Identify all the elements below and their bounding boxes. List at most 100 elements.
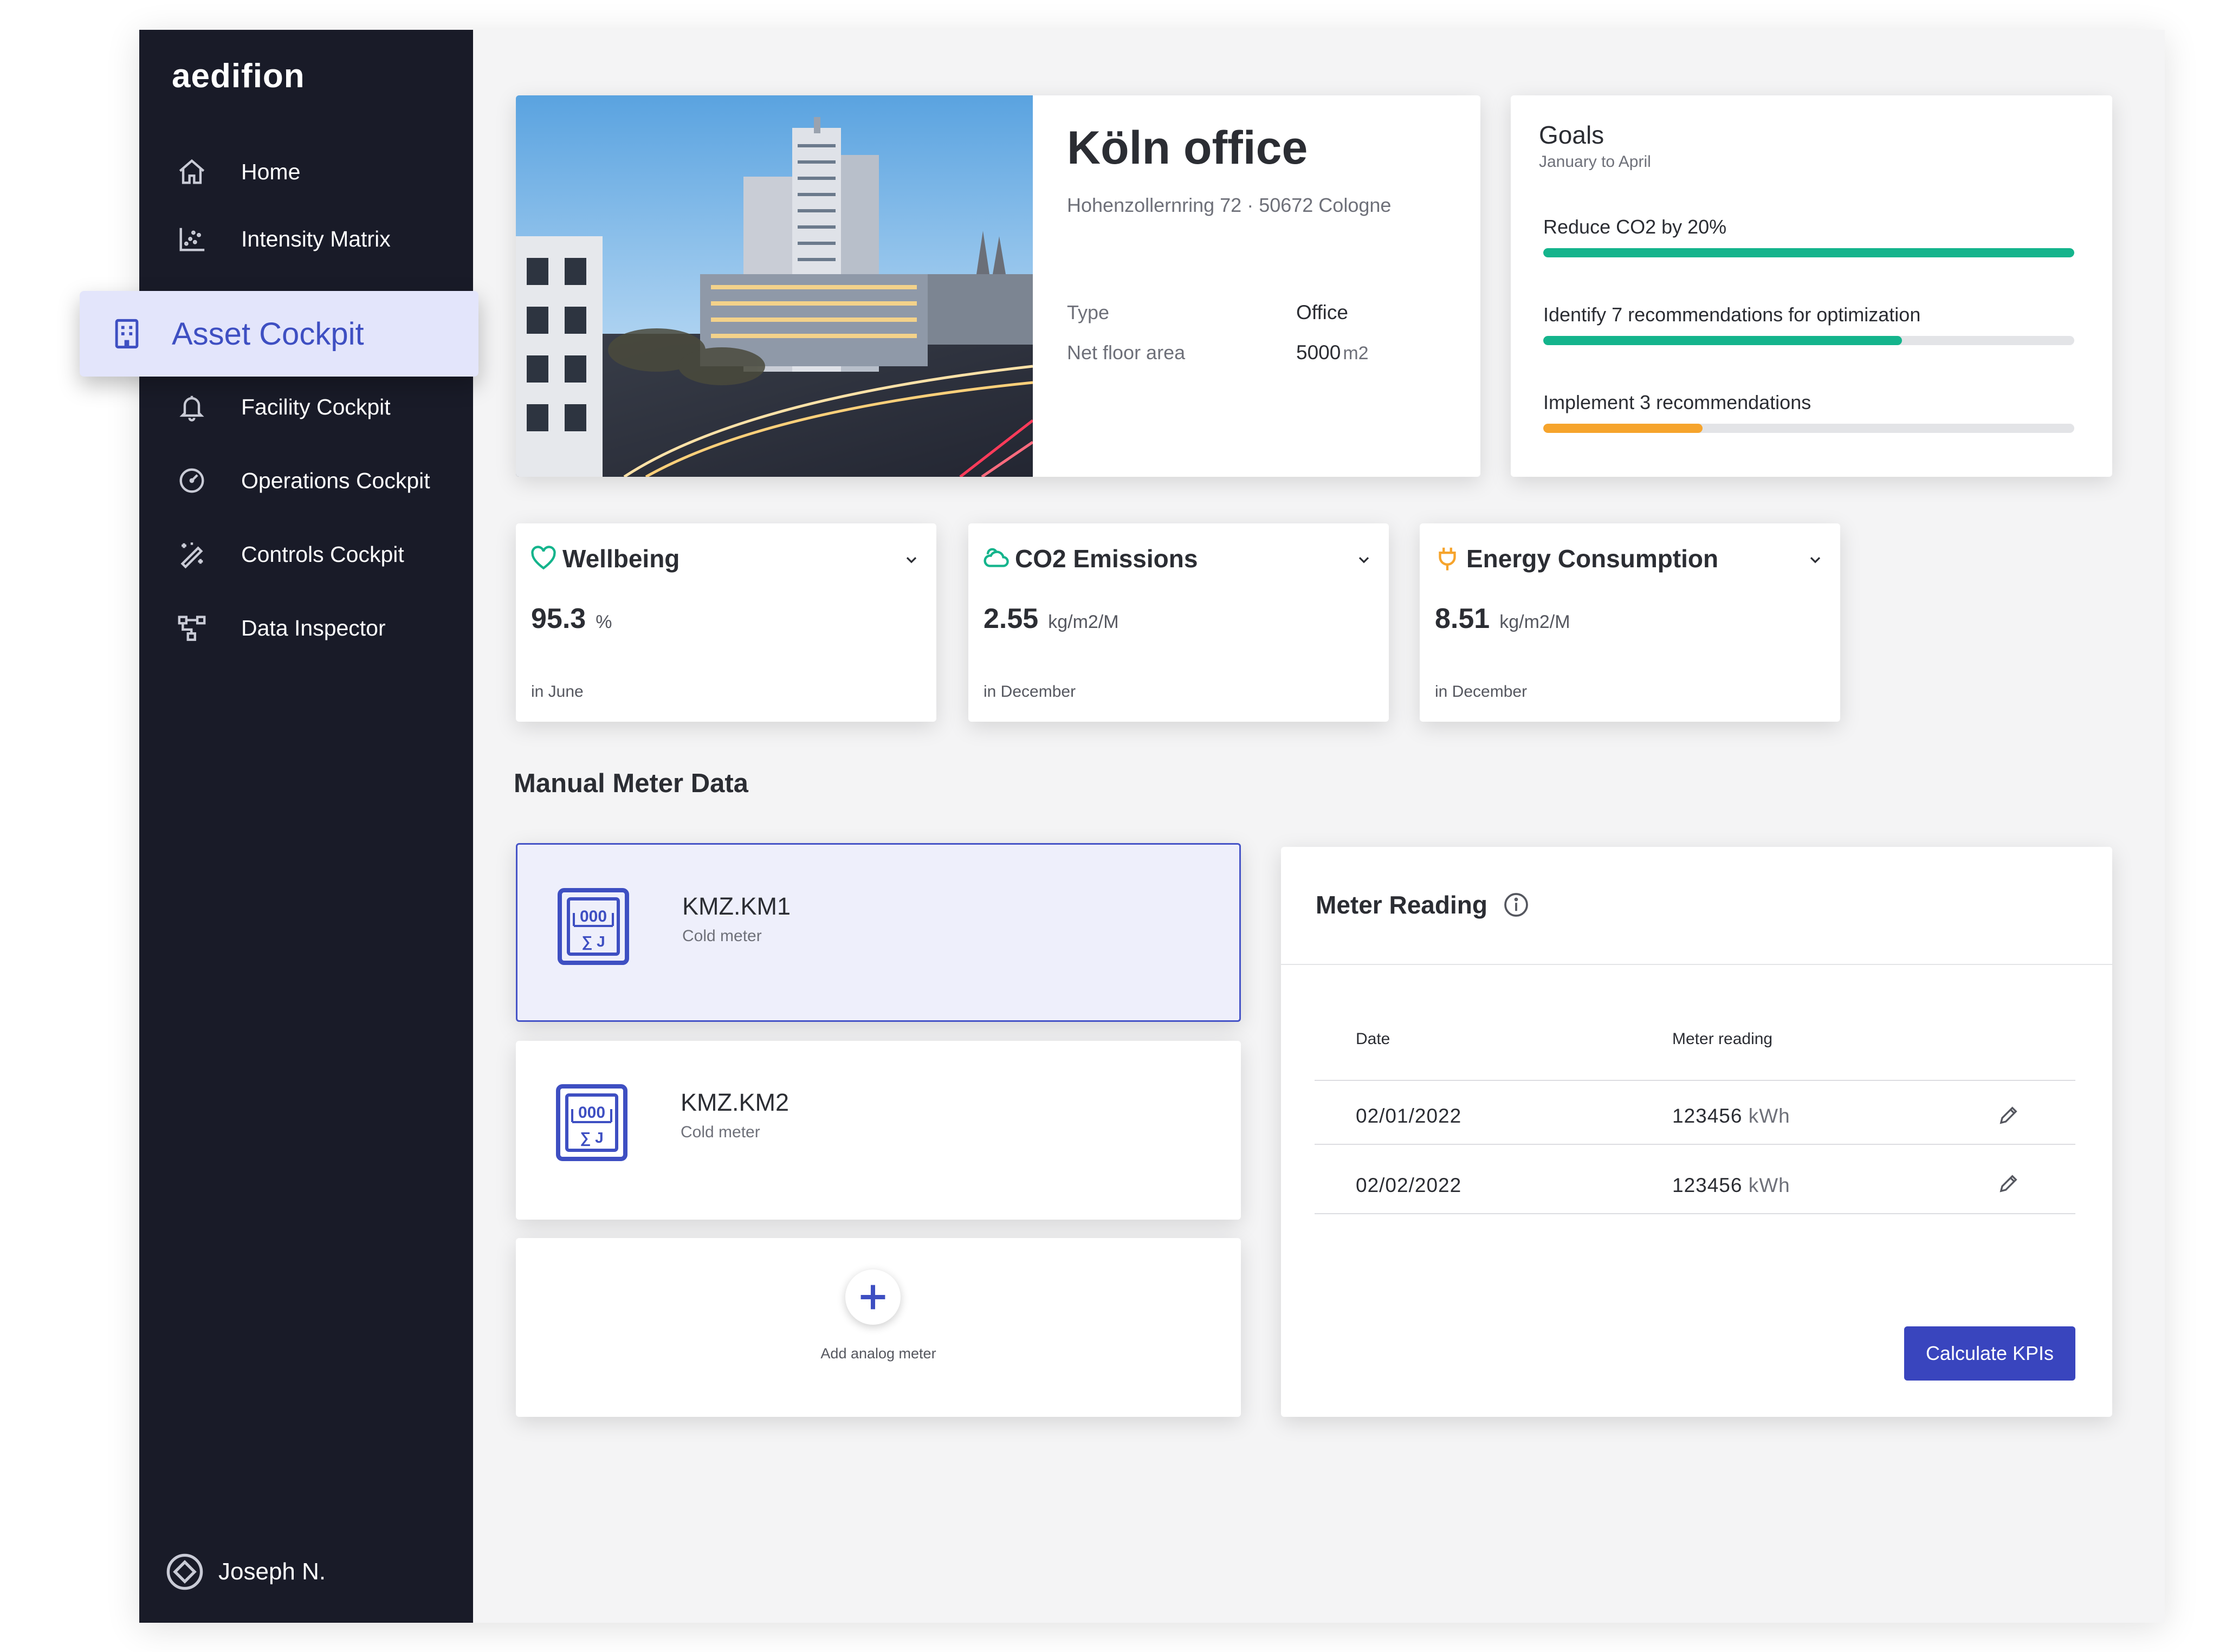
building-title: Köln office [1067,122,1308,174]
meter-digits: 000 [580,908,607,925]
cloud-icon [983,548,1009,567]
reading-unit: kWh [1748,1105,1790,1127]
sidebar-item-intensity-matrix[interactable]: Intensity Matrix [173,217,465,261]
kpi-unit: % [596,612,612,632]
kpi-unit: kg/m2/M [1048,612,1119,632]
goal-label: Reduce CO2 by 20% [1543,216,1727,238]
network-icon [173,609,211,647]
column-header-date: Date [1356,1030,1390,1048]
kpi-value-number: 2.55 [983,603,1039,634]
kpi-title-text: CO2 Emissions [1015,545,1198,573]
chevron-down-icon[interactable] [1355,552,1373,569]
building-address: Hohenzollernring 72 · 50672 Cologne [1067,194,1392,216]
area-label: Net floor area [1067,341,1186,364]
meter-symbol: ∑ J [581,933,605,950]
gauge-icon [173,462,211,500]
goal-progress-fill [1543,424,1703,433]
sidebar-item-controls-cockpit[interactable]: Controls Cockpit [173,533,465,576]
area-value: 5000 m2 [1296,341,1369,364]
chevron-down-icon[interactable] [1807,552,1824,569]
goal-label: Identify 7 recommendations for optimizat… [1543,303,1921,326]
goals-title: Goals [1539,121,1604,149]
pencil-icon [2000,1175,2017,1193]
kpi-title: Energy Consumption [1433,544,1718,573]
meter-digits: 000 [578,1104,605,1122]
meter-item[interactable]: 000 ∑ J KMZ.KM1 Cold meter [516,843,1241,1022]
divider [1315,1213,2075,1214]
kpi-value: 95.3% [531,603,612,635]
user-name: Joseph N. [218,1558,326,1585]
scatter-chart-icon [173,220,211,258]
kpi-period: in December [983,683,1076,701]
add-meter-label: Add analog meter [820,1345,936,1362]
sidebar-item-asset-cockpit[interactable]: Asset Cockpit [80,291,478,377]
app-logo[interactable]: aedifion [172,57,305,95]
add-meter-card[interactable]: Add analog meter [516,1238,1241,1417]
goal-progress-track [1543,424,2074,433]
sidebar-item-label: Operations Cockpit [241,468,430,493]
meter-symbol: ∑ J [580,1129,603,1146]
meter-item[interactable]: 000 ∑ J KMZ.KM2 Cold meter [516,1041,1241,1220]
area-unit: m2 [1343,343,1369,364]
edit-button[interactable] [1996,1104,2020,1128]
building-card: Köln office Hohenzollernring 72 · 50672 … [516,95,1480,477]
building-icon [108,315,146,353]
kpi-title-text: Wellbeing [562,545,680,573]
kpi-value-number: 8.51 [1435,603,1490,634]
bell-icon [173,388,211,426]
add-meter-button[interactable] [845,1269,901,1325]
reading-date: 02/02/2022 [1356,1174,1462,1196]
kpi-title-text: Energy Consumption [1466,545,1719,573]
sidebar-item-label: Controls Cockpit [241,541,404,567]
home-icon [173,153,211,191]
edit-button[interactable] [1996,1172,2020,1196]
divider [1281,964,2112,965]
divider [1315,1080,2075,1081]
sidebar-item-label: Facility Cockpit [241,394,391,419]
meter-type: Cold meter [682,927,762,945]
app-window: aedifion Home Intensity Matrix Facility … [80,30,2165,1623]
chevron-down-icon[interactable] [903,552,920,569]
kpi-period: in December [1435,683,1528,701]
meter-icon: 000 ∑ J [558,888,629,965]
kpi-card-co2-emissions[interactable]: CO2 Emissions 2.55 kg/m2/M in December [968,523,1389,722]
sidebar-item-data-inspector[interactable]: Data Inspector [173,606,465,650]
kpi-unit: kg/m2/M [1499,612,1570,632]
reading-value: 123456 kWh [1672,1174,1790,1197]
sidebar-item-home[interactable]: Home [173,150,465,193]
goal-label: Implement 3 recommendations [1543,391,1811,413]
sidebar-item-label: Asset Cockpit [172,316,364,352]
reading-value: 123456 kWh [1672,1105,1790,1128]
diamond-icon [165,1552,204,1591]
goal-progress-fill [1543,336,1902,345]
meter-reading-title-text: Meter Reading [1316,891,1487,919]
area-number: 5000 [1296,341,1341,364]
pencil-icon [2000,1106,2017,1124]
meter-reading-title: Meter Reading [1316,890,1530,919]
column-header-meter-reading: Meter reading [1672,1030,1773,1048]
meter-reading-card: Meter Reading Date Meter reading 02/01/2… [1281,847,2112,1417]
info-icon[interactable] [1503,891,1530,918]
reading-date: 02/01/2022 [1356,1105,1462,1127]
kpi-period: in June [531,683,584,701]
reading-value-number: 123456 [1672,1105,1743,1127]
calculate-kpis-button[interactable]: Calculate KPIs [1904,1326,2075,1381]
sidebar-item-operations-cockpit[interactable]: Operations Cockpit [173,459,465,502]
kpi-card-wellbeing[interactable]: Wellbeing 95.3% in June [516,523,936,722]
meter-type: Cold meter [681,1123,760,1141]
reading-value-number: 123456 [1672,1174,1743,1196]
kpi-value-number: 95.3 [531,603,586,634]
kpi-card-energy-consumption[interactable]: Energy Consumption 8.51 kg/m2/M in Decemb… [1420,523,1840,722]
reading-unit: kWh [1748,1174,1790,1196]
sidebar-item-label: Intensity Matrix [241,226,391,251]
section-title: Manual Meter Data [514,769,748,798]
sidebar-item-label: Home [241,159,301,184]
meter-name: KMZ.KM1 [682,892,791,920]
kpi-value: 8.51 kg/m2/M [1435,603,1570,635]
kpi-title: Wellbeing [529,544,680,573]
meter-name: KMZ.KM2 [681,1089,790,1116]
sidebar-item-facility-cockpit[interactable]: Facility Cockpit [173,385,465,429]
divider [1315,1144,2075,1145]
magic-wand-icon [173,535,211,573]
user-profile[interactable]: Joseph N. [165,1552,326,1591]
